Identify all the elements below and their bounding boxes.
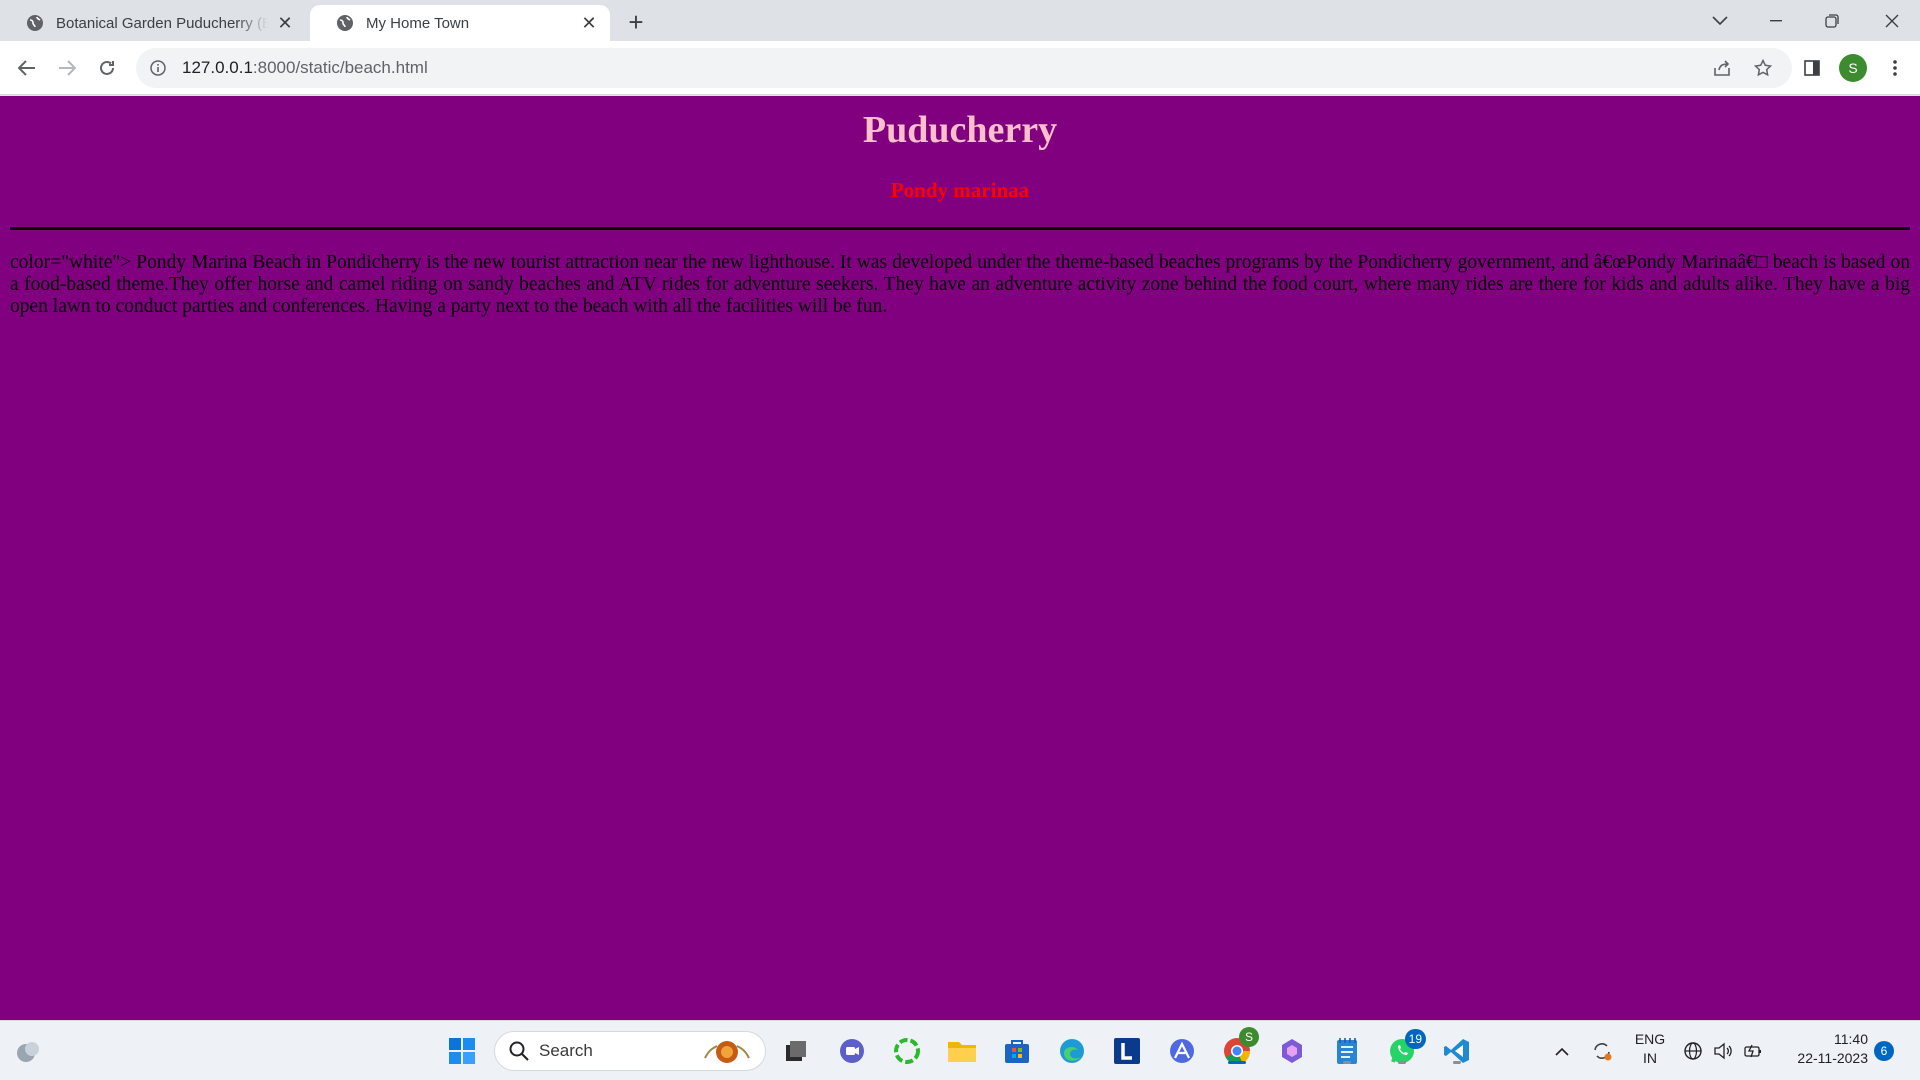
language-code: ENG xyxy=(1634,1031,1666,1047)
clock[interactable]: 11:40 22-11-2023 xyxy=(1778,1030,1868,1068)
clock-date: 22-11-2023 xyxy=(1797,1050,1868,1066)
sync-icon[interactable] xyxy=(1586,1035,1618,1067)
active-indicator xyxy=(1228,1061,1246,1064)
battery-icon[interactable] xyxy=(1742,1035,1764,1067)
running-indicator xyxy=(1453,1061,1461,1064)
search-icon xyxy=(509,1041,529,1061)
search-highlight-icon xyxy=(699,1038,755,1071)
windows-start-icon[interactable] xyxy=(446,1035,478,1067)
taskbar-search-box[interactable]: Search xyxy=(494,1031,766,1071)
site-info-icon[interactable] xyxy=(148,58,168,78)
notification-count-badge[interactable]: 6 xyxy=(1874,1041,1894,1061)
teams-chat-icon[interactable] xyxy=(836,1035,868,1067)
region-code: IN xyxy=(1643,1050,1657,1066)
copilot-icon[interactable] xyxy=(1276,1035,1308,1067)
tab-search-chevron-down-icon[interactable] xyxy=(1692,0,1748,41)
back-arrow-icon[interactable] xyxy=(12,53,42,83)
weather-widget-icon[interactable] xyxy=(12,1035,44,1067)
globe-icon xyxy=(336,14,354,32)
page-heading: Puducherry xyxy=(862,109,1058,151)
edge-browser-icon[interactable] xyxy=(1056,1035,1088,1067)
volume-icon[interactable] xyxy=(1712,1035,1734,1067)
chrome-profile-badge: S xyxy=(1239,1027,1259,1047)
url-path: :8000/static/beach.html xyxy=(252,58,428,77)
bookmark-star-icon[interactable] xyxy=(1748,48,1778,88)
url-host: 127.0.0.1 xyxy=(182,58,253,77)
close-tab-icon[interactable]: ✕ xyxy=(580,13,598,33)
page-subheading: Pondy marinaa xyxy=(890,178,1030,202)
restore-icon[interactable] xyxy=(1804,0,1860,41)
taskbar: Search S 19 ENG IN 11:40 22-11-2023 6 xyxy=(0,1020,1920,1080)
profile-avatar[interactable]: S xyxy=(1839,54,1867,82)
network-globe-icon[interactable] xyxy=(1682,1035,1704,1067)
tab-botanical-garden[interactable]: Botanical Garden Puducherry (Er ✕ xyxy=(0,5,306,41)
new-tab-button[interactable]: + xyxy=(622,7,650,37)
whatsapp-icon[interactable]: 19 xyxy=(1386,1029,1426,1067)
whatsapp-unread-badge: 19 xyxy=(1404,1029,1426,1049)
tab-strip: Botanical Garden Puducherry (Er ✕ My Hom… xyxy=(0,0,1920,41)
tab-title: Botanical Garden Puducherry (Er xyxy=(56,14,268,32)
arc-app-icon[interactable] xyxy=(1166,1035,1198,1067)
browser-toolbar: 127.0.0.1:8000/static/beach.html S xyxy=(0,41,1920,95)
running-indicator xyxy=(1343,1061,1351,1064)
close-window-icon[interactable] xyxy=(1864,0,1920,41)
url-text[interactable]: 127.0.0.1:8000/static/beach.html xyxy=(182,58,428,78)
file-explorer-icon[interactable] xyxy=(946,1035,978,1067)
page-paragraph: color="white"> Pondy Marina Beach in Pon… xyxy=(10,252,1910,317)
side-panel-icon[interactable] xyxy=(1797,53,1827,83)
running-indicator xyxy=(1398,1061,1406,1064)
horizontal-rule xyxy=(10,227,1910,230)
address-bar[interactable]: 127.0.0.1:8000/static/beach.html xyxy=(136,48,1792,88)
microsoft-store-icon[interactable] xyxy=(1001,1035,1033,1067)
reload-icon[interactable] xyxy=(92,53,122,83)
task-view-icon[interactable] xyxy=(780,1035,812,1067)
search-label: Search xyxy=(539,1041,593,1060)
tab-title: My Home Town xyxy=(366,14,470,32)
vscode-icon[interactable] xyxy=(1441,1035,1473,1067)
forward-arrow-icon[interactable] xyxy=(52,53,82,83)
chrome-icon[interactable]: S xyxy=(1221,1027,1259,1067)
clock-time: 11:40 xyxy=(1834,1031,1868,1047)
show-hidden-icons-chevron-up-icon[interactable] xyxy=(1546,1035,1578,1067)
share-icon[interactable] xyxy=(1707,48,1737,88)
globe-icon xyxy=(26,14,44,32)
app-ring-icon[interactable] xyxy=(891,1035,923,1067)
notepad-icon[interactable] xyxy=(1331,1035,1363,1067)
l-app-icon[interactable] xyxy=(1111,1035,1143,1067)
language-indicator[interactable]: ENG IN xyxy=(1630,1030,1670,1068)
minimize-icon[interactable] xyxy=(1748,0,1804,41)
page-content: Puducherry Pondy marinaa color="white"> … xyxy=(0,96,1920,1020)
tab-my-home-town[interactable]: My Home Town ✕ xyxy=(310,5,610,41)
close-tab-icon[interactable]: ✕ xyxy=(276,13,294,33)
more-menu-icon[interactable] xyxy=(1880,53,1910,83)
